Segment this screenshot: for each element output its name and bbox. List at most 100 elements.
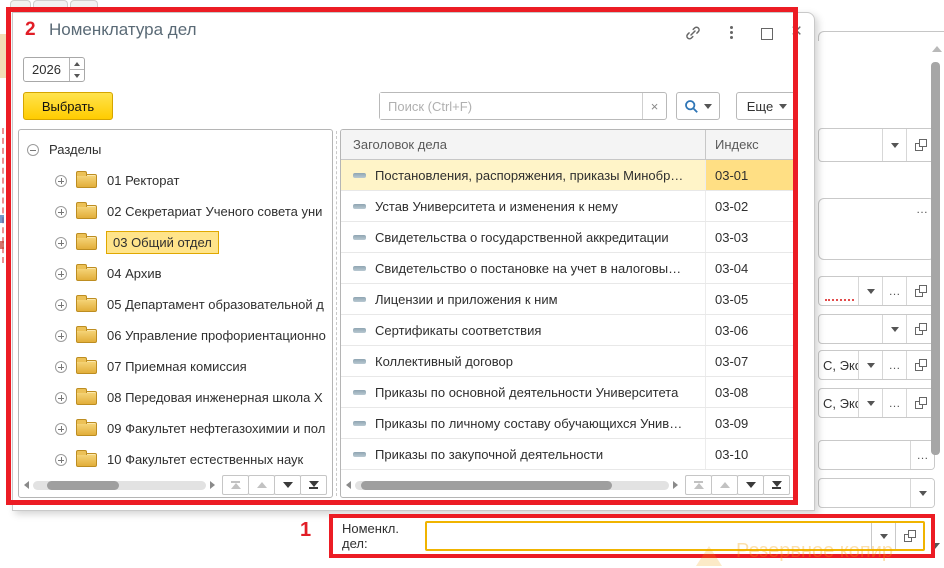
dropdown-button[interactable] [858, 351, 882, 379]
vertical-scrollbar[interactable] [931, 62, 940, 455]
tree-item[interactable]: 02 Секретариат Ученого совета уни [19, 196, 332, 227]
ellipsis-button[interactable]: … [882, 351, 906, 379]
background-field[interactable] [818, 314, 935, 344]
background-tab[interactable] [70, 0, 98, 8]
close-icon[interactable]: × [791, 21, 802, 43]
table-row[interactable]: Лицензии и приложения к ним 03-05 [341, 284, 795, 315]
background-field[interactable]: … [818, 440, 935, 470]
year-spinner[interactable]: 2026 [23, 57, 85, 82]
open-form-button[interactable] [906, 277, 934, 305]
scroll-left-icon[interactable] [24, 481, 29, 489]
expand-plus-icon[interactable] [55, 268, 67, 280]
panel-splitter[interactable] [336, 131, 337, 496]
expand-plus-icon[interactable] [55, 237, 67, 249]
background-field[interactable] [818, 128, 935, 162]
search-icon [684, 99, 699, 114]
table-row[interactable]: Приказы по личному составу обучающихся У… [341, 408, 795, 439]
scroll-up-icon[interactable] [932, 46, 942, 52]
tree-item[interactable]: 09 Факультет нефтегазохимии и пол [19, 413, 332, 444]
background-field[interactable]: С, Экс … [818, 388, 935, 418]
tree-item[interactable]: 10 Факультет естественных наук [19, 444, 332, 475]
background-field[interactable]: … [818, 276, 935, 306]
scrollbar-thumb[interactable] [361, 481, 612, 490]
open-form-button[interactable] [906, 351, 934, 379]
open-form-button[interactable] [906, 389, 934, 417]
link-icon[interactable] [684, 24, 702, 47]
background-tab[interactable] [10, 0, 31, 8]
maximize-icon[interactable] [761, 28, 773, 40]
go-prev-button[interactable] [711, 475, 738, 495]
ellipsis-button[interactable]: … [882, 277, 906, 305]
table-row[interactable]: Приказы по основной деятельности Универс… [341, 377, 795, 408]
year-value[interactable]: 2026 [24, 58, 69, 81]
item-dash-icon [353, 297, 366, 302]
table-row[interactable]: Приказы по закупочной деятельности 03-10 [341, 439, 795, 470]
dropdown-button[interactable] [871, 523, 895, 549]
spin-down-icon[interactable] [70, 70, 84, 81]
collapse-minus-icon[interactable] [27, 144, 39, 156]
tree-item[interactable]: 06 Управление профориентационно [19, 320, 332, 351]
dropdown-button[interactable] [858, 389, 882, 417]
tree-root[interactable]: Разделы [19, 134, 332, 165]
scrollbar-thumb[interactable] [47, 481, 120, 490]
table-row[interactable]: Свидетельства о государственной аккредит… [341, 222, 795, 253]
tree-item[interactable]: 08 Передовая инженерная школа Х [19, 382, 332, 413]
table-row[interactable]: Устав Университета и изменения к нему 03… [341, 191, 795, 222]
background-field[interactable]: С, Экс … [818, 350, 935, 380]
clear-search-icon[interactable]: × [642, 93, 666, 119]
spin-up-icon[interactable] [70, 58, 84, 70]
column-header-title[interactable]: Заголовок дела [341, 137, 705, 152]
folder-icon [76, 360, 97, 374]
expand-plus-icon[interactable] [55, 423, 67, 435]
menu-dots-icon[interactable] [729, 26, 733, 39]
expand-plus-icon[interactable] [55, 361, 67, 373]
go-last-button[interactable] [763, 475, 790, 495]
background-field[interactable] [818, 478, 935, 508]
background-textarea[interactable]: … [818, 198, 935, 260]
tree-item[interactable]: 01 Ректорат [19, 165, 332, 196]
open-form-button[interactable] [906, 315, 934, 343]
background-tab[interactable] [33, 0, 68, 8]
search-options-button[interactable] [676, 92, 720, 120]
folder-icon [76, 205, 97, 219]
tree-item[interactable]: 05 Департамент образовательной д [19, 289, 332, 320]
nomenclature-input[interactable] [427, 523, 871, 549]
expand-plus-icon[interactable] [55, 175, 67, 187]
dropdown-button[interactable] [882, 315, 906, 343]
search-input[interactable] [380, 93, 642, 119]
go-next-button[interactable] [737, 475, 764, 495]
scroll-right-icon[interactable] [210, 481, 215, 489]
dropdown-button[interactable] [882, 129, 906, 161]
dropdown-button[interactable] [858, 277, 882, 305]
ellipsis-button[interactable]: … [882, 389, 906, 417]
scroll-left-icon[interactable] [346, 481, 351, 489]
annotation-box-field: Номенкл. дел: [329, 514, 935, 558]
tree-item-selected[interactable]: 03 Общий отдел [19, 227, 332, 258]
go-prev-button[interactable] [248, 475, 275, 495]
expand-plus-icon[interactable] [55, 392, 67, 404]
go-first-button[interactable] [685, 475, 712, 495]
table-row-selected[interactable]: Постановления, распоряжения, приказы Мин… [341, 160, 795, 191]
select-button[interactable]: Выбрать [23, 92, 113, 120]
go-last-button[interactable] [300, 475, 327, 495]
tree-item[interactable]: 07 Приемная комиссия [19, 351, 332, 382]
go-next-button[interactable] [274, 475, 301, 495]
open-form-button[interactable] [906, 129, 934, 161]
table-row[interactable]: Коллективный договор 03-07 [341, 346, 795, 377]
horizontal-scrollbar[interactable] [355, 481, 669, 490]
go-first-button[interactable] [222, 475, 249, 495]
expand-plus-icon[interactable] [55, 299, 67, 311]
horizontal-scrollbar[interactable] [33, 481, 206, 490]
table-row[interactable]: Сертификаты соответствия 03-06 [341, 315, 795, 346]
column-header-index[interactable]: Индекс [705, 130, 795, 159]
dropdown-button[interactable] [910, 479, 934, 507]
table-row[interactable]: Свидетельство о постановке на учет в нал… [341, 253, 795, 284]
more-button[interactable]: Еще [736, 92, 798, 120]
tree-item[interactable]: 04 Архив [19, 258, 332, 289]
expand-plus-icon[interactable] [55, 206, 67, 218]
scroll-right-icon[interactable] [673, 481, 678, 489]
expand-plus-icon[interactable] [55, 454, 67, 466]
expand-plus-icon[interactable] [55, 330, 67, 342]
annotation-number-1: 1 [300, 519, 311, 542]
open-form-button[interactable] [895, 523, 923, 549]
